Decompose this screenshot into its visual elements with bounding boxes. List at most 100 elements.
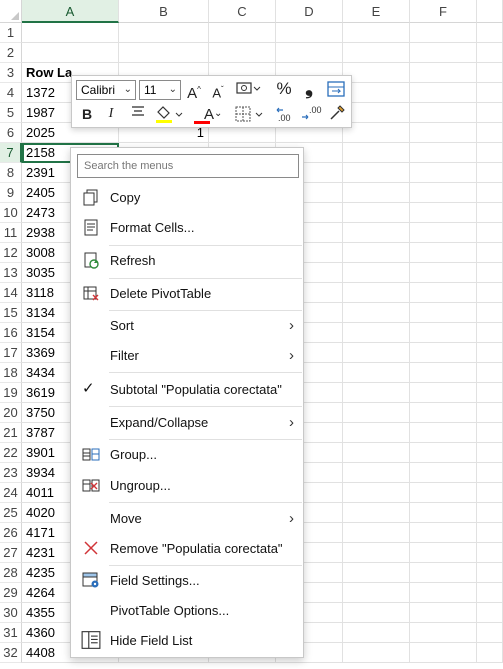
cell-e16[interactable] bbox=[343, 323, 410, 343]
cell-g21[interactable] bbox=[477, 423, 503, 443]
cell-g27[interactable] bbox=[477, 543, 503, 563]
cell-f14[interactable] bbox=[410, 283, 477, 303]
cell-e10[interactable] bbox=[343, 203, 410, 223]
increase-font-size-button[interactable]: A^ bbox=[185, 80, 203, 104]
row-header-2[interactable]: 2 bbox=[0, 43, 22, 63]
cell-g7[interactable] bbox=[477, 143, 503, 163]
cell-f30[interactable] bbox=[410, 603, 477, 623]
cell-e31[interactable] bbox=[343, 623, 410, 643]
cell-e32[interactable] bbox=[343, 643, 410, 663]
cell-g23[interactable] bbox=[477, 463, 503, 483]
accounting-format-button[interactable] bbox=[234, 80, 262, 103]
cell-e24[interactable] bbox=[343, 483, 410, 503]
cell-f25[interactable] bbox=[410, 503, 477, 523]
cell-e6[interactable] bbox=[343, 123, 410, 143]
cell-g6[interactable] bbox=[477, 123, 503, 143]
row-header-16[interactable]: 16 bbox=[0, 323, 22, 343]
borders-button[interactable] bbox=[234, 104, 266, 129]
row-header-10[interactable]: 10 bbox=[0, 203, 22, 223]
cell-e20[interactable] bbox=[343, 403, 410, 423]
cell-f31[interactable] bbox=[410, 623, 477, 643]
cell-f12[interactable] bbox=[410, 243, 477, 263]
row-header-23[interactable]: 23 bbox=[0, 463, 22, 483]
menu-item-field-settings[interactable]: Field Settings... bbox=[72, 565, 302, 596]
column-header-e[interactable]: E bbox=[343, 0, 410, 23]
cell-f24[interactable] bbox=[410, 483, 477, 503]
column-header-a[interactable]: A bbox=[22, 0, 119, 23]
row-header-7[interactable]: 7 bbox=[0, 143, 22, 163]
menu-item-subtotal[interactable]: ✓ Subtotal "Populatia corectata" bbox=[72, 374, 302, 405]
font-size-dropdown[interactable]: 11 ⌄ bbox=[139, 80, 181, 100]
cell-g8[interactable] bbox=[477, 163, 503, 183]
column-header-f[interactable]: F bbox=[410, 0, 477, 23]
column-header-b[interactable]: B bbox=[119, 0, 209, 23]
row-header-21[interactable]: 21 bbox=[0, 423, 22, 443]
menu-item-remove-field[interactable]: Remove "Populatia corectata" bbox=[72, 533, 302, 564]
cell-g20[interactable] bbox=[477, 403, 503, 423]
row-header-28[interactable]: 28 bbox=[0, 563, 22, 583]
cell-e1[interactable] bbox=[343, 23, 410, 43]
row-header-1[interactable]: 1 bbox=[0, 23, 22, 43]
cell-a2[interactable] bbox=[22, 43, 119, 63]
cell-f3[interactable] bbox=[410, 63, 477, 83]
menu-item-refresh[interactable]: Refresh bbox=[72, 245, 302, 276]
cell-f20[interactable] bbox=[410, 403, 477, 423]
menu-item-delete-pivottable[interactable]: Delete PivotTable bbox=[72, 278, 302, 309]
fill-color-button[interactable] bbox=[154, 104, 184, 129]
cell-f4[interactable] bbox=[410, 83, 477, 103]
cell-f28[interactable] bbox=[410, 563, 477, 583]
cell-f23[interactable] bbox=[410, 463, 477, 483]
decrease-decimal-button[interactable]: .00 bbox=[300, 104, 322, 132]
cell-f13[interactable] bbox=[410, 263, 477, 283]
bold-button[interactable]: B bbox=[80, 104, 94, 124]
cell-f15[interactable] bbox=[410, 303, 477, 323]
decrease-font-size-button[interactable]: Aˇ bbox=[209, 80, 227, 103]
row-header-19[interactable]: 19 bbox=[0, 383, 22, 403]
row-header-15[interactable]: 15 bbox=[0, 303, 22, 323]
row-header-18[interactable]: 18 bbox=[0, 363, 22, 383]
column-header-g[interactable] bbox=[477, 0, 503, 23]
cell-g15[interactable] bbox=[477, 303, 503, 323]
cell-e18[interactable] bbox=[343, 363, 410, 383]
cell-e9[interactable] bbox=[343, 183, 410, 203]
cell-g18[interactable] bbox=[477, 363, 503, 383]
align-center-button[interactable] bbox=[129, 104, 147, 125]
cell-f10[interactable] bbox=[410, 203, 477, 223]
cell-e25[interactable] bbox=[343, 503, 410, 523]
menu-item-expand-collapse[interactable]: Expand/Collapse › bbox=[72, 407, 302, 438]
cell-e21[interactable] bbox=[343, 423, 410, 443]
menu-item-pivottable-options[interactable]: PivotTable Options... bbox=[72, 595, 302, 626]
cell-f17[interactable] bbox=[410, 343, 477, 363]
cell-g11[interactable] bbox=[477, 223, 503, 243]
cell-c1[interactable] bbox=[209, 23, 276, 43]
row-header-20[interactable]: 20 bbox=[0, 403, 22, 423]
row-header-17[interactable]: 17 bbox=[0, 343, 22, 363]
cell-e4[interactable] bbox=[343, 83, 410, 103]
cell-e29[interactable] bbox=[343, 583, 410, 603]
percent-style-button[interactable]: % bbox=[275, 79, 293, 99]
cell-b2[interactable] bbox=[119, 43, 209, 63]
row-header-32[interactable]: 32 bbox=[0, 643, 22, 663]
row-header-9[interactable]: 9 bbox=[0, 183, 22, 203]
cell-e23[interactable] bbox=[343, 463, 410, 483]
increase-decimal-button[interactable]: .00 bbox=[275, 104, 297, 132]
row-header-26[interactable]: 26 bbox=[0, 523, 22, 543]
cell-e28[interactable] bbox=[343, 563, 410, 583]
cell-e22[interactable] bbox=[343, 443, 410, 463]
cell-f16[interactable] bbox=[410, 323, 477, 343]
row-header-5[interactable]: 5 bbox=[0, 103, 22, 123]
menu-item-sort[interactable]: Sort › bbox=[72, 310, 302, 341]
cell-f7[interactable] bbox=[410, 143, 477, 163]
row-header-14[interactable]: 14 bbox=[0, 283, 22, 303]
cell-d2[interactable] bbox=[276, 43, 343, 63]
cell-e19[interactable] bbox=[343, 383, 410, 403]
cell-f2[interactable] bbox=[410, 43, 477, 63]
cell-f1[interactable] bbox=[410, 23, 477, 43]
row-header-22[interactable]: 22 bbox=[0, 443, 22, 463]
cell-f18[interactable] bbox=[410, 363, 477, 383]
cell-e8[interactable] bbox=[343, 163, 410, 183]
cell-g2[interactable] bbox=[477, 43, 503, 63]
cell-g24[interactable] bbox=[477, 483, 503, 503]
menu-search-input[interactable] bbox=[77, 154, 299, 178]
row-header-30[interactable]: 30 bbox=[0, 603, 22, 623]
